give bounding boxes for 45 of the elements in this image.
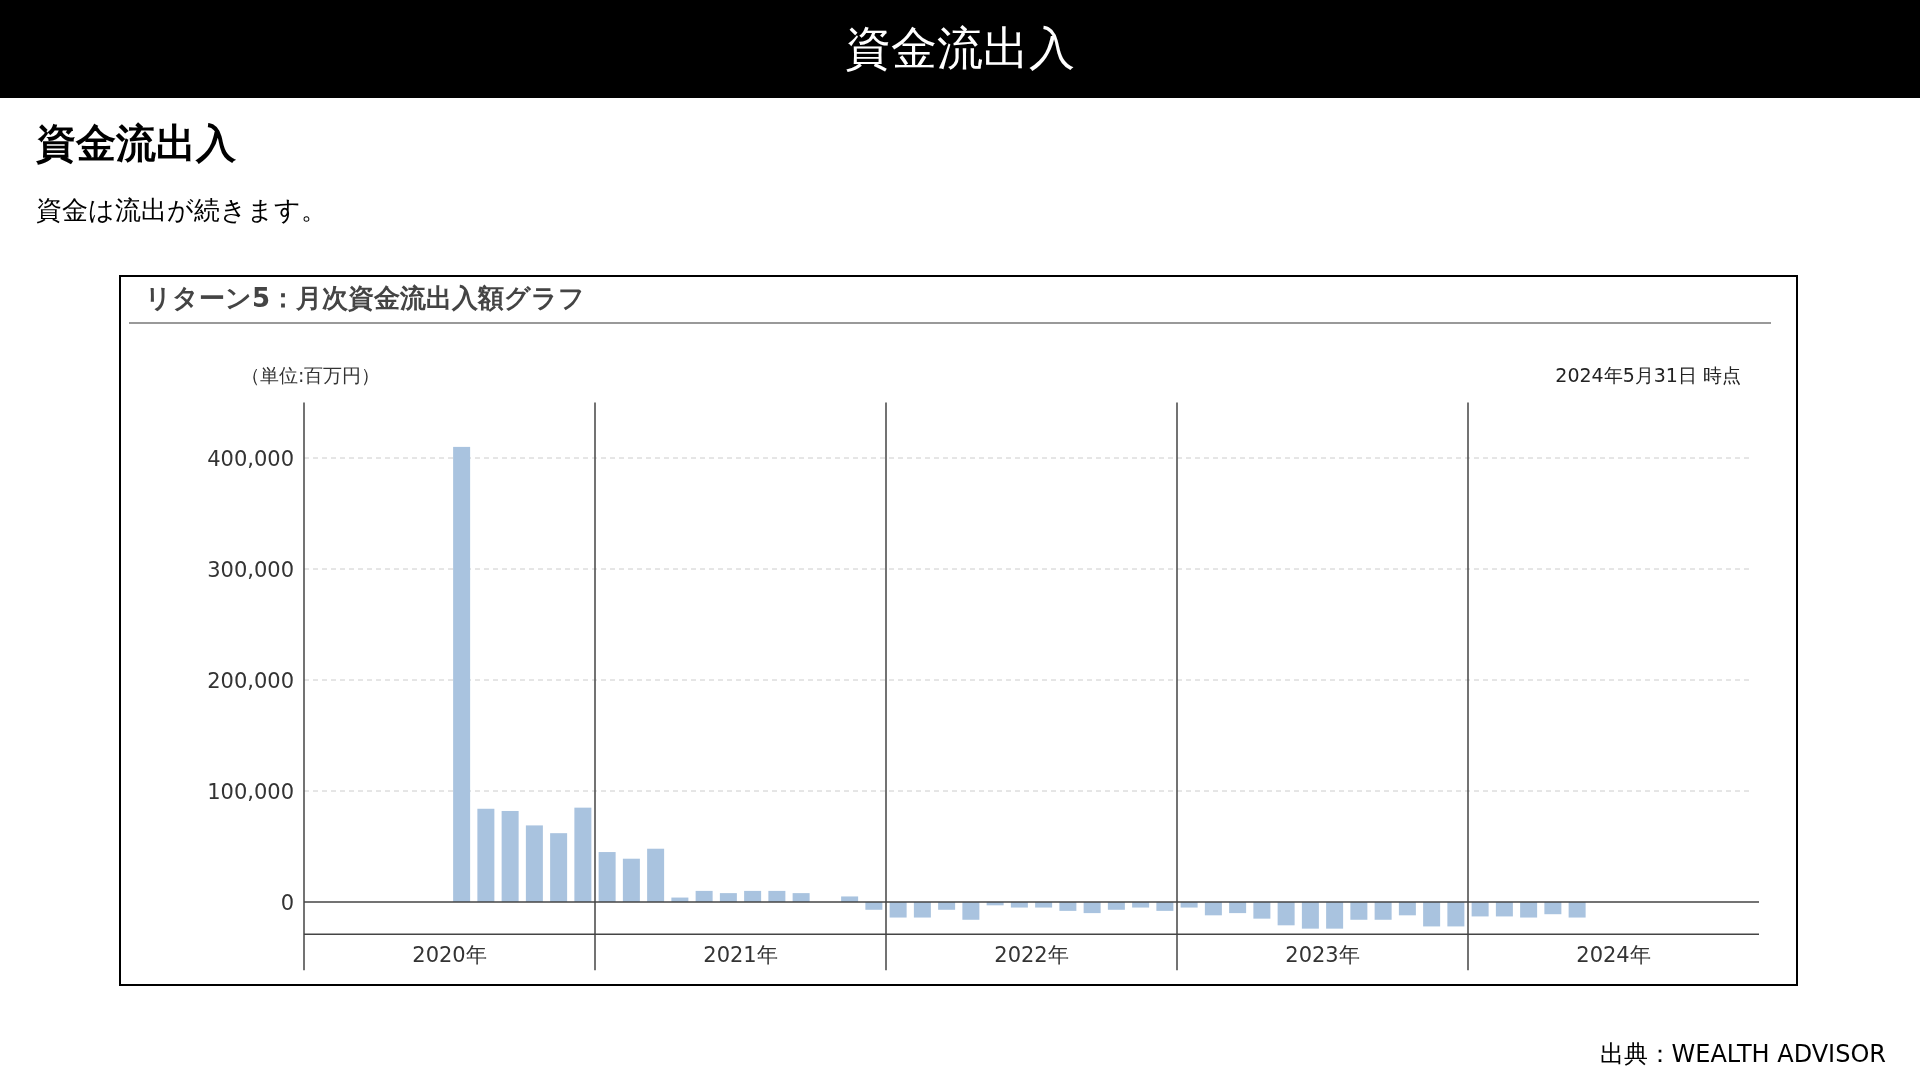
axis-label: 200,000 [207, 669, 294, 693]
summary-text: 資金は流出が続きます。 [36, 194, 327, 227]
chart-bar [1326, 902, 1344, 929]
chart-bar [1423, 902, 1441, 927]
chart-bar [768, 890, 786, 902]
chart-bar [841, 896, 859, 902]
chart-bar [865, 902, 883, 910]
chart-bar [792, 893, 810, 902]
axis-label: 2021年 [703, 943, 778, 968]
axis-label: 2022年 [994, 943, 1069, 968]
chart-bar [986, 902, 1004, 906]
chart-bar [671, 897, 689, 902]
chart-bar [1035, 902, 1053, 908]
axis-label: 300,000 [207, 558, 294, 582]
page-title: 資金流出入 [845, 20, 1075, 77]
axis-label: 2023年 [1285, 943, 1360, 968]
section-heading: 資金流出入 [36, 119, 236, 168]
chart-bar [1132, 902, 1150, 908]
chart-bar [1010, 902, 1028, 908]
axis-label: 100,000 [207, 780, 294, 804]
chart-bar [695, 890, 713, 902]
chart-bar [622, 858, 640, 902]
chart-bar [598, 852, 616, 902]
axis-label: 400,000 [207, 447, 294, 471]
chart-bar [1301, 902, 1319, 929]
chart-bar [1107, 902, 1125, 910]
chart-title: リターン5：月次資金流出入額グラフ [145, 283, 586, 313]
unit-label: （単位:百万円） [241, 364, 381, 386]
source-credit: 出典：WEALTH ADVISOR [1599, 1039, 1886, 1070]
chart-bar [1277, 902, 1295, 926]
chart-bar [550, 833, 568, 902]
chart-bar [938, 902, 956, 910]
chart-bar [744, 890, 762, 902]
as-of-date: 2024年5月31日 時点 [1555, 364, 1741, 386]
chart-bar [647, 848, 665, 902]
chart-bar [719, 893, 737, 902]
chart-bar [1083, 902, 1101, 914]
chart-bar [1180, 902, 1198, 908]
axis-label: 2024年 [1576, 943, 1651, 968]
chart-bar [1229, 902, 1247, 914]
chart-bar [1156, 902, 1174, 911]
chart-bar [1447, 902, 1465, 927]
axis-label: 2020年 [412, 943, 487, 968]
axis-label: 0 [280, 891, 294, 915]
chart-bar [1059, 902, 1077, 911]
